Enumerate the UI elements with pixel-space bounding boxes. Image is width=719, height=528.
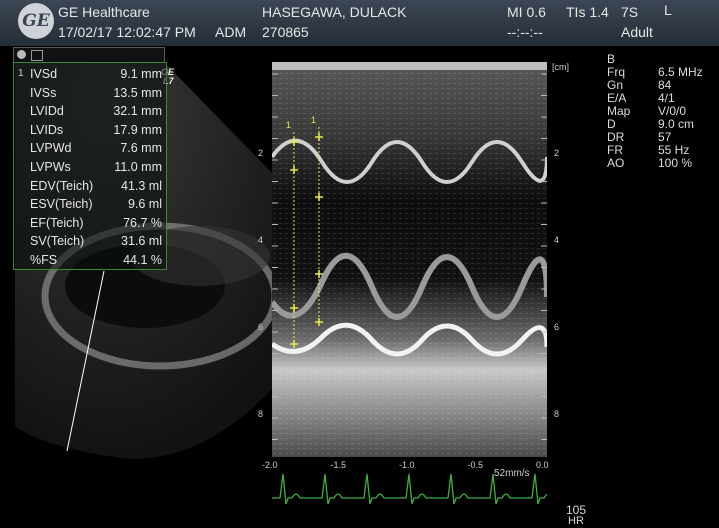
measurement-row[interactable]: LVIDd 32.1 mm <box>14 104 166 123</box>
patient-type: Adult <box>621 24 653 40</box>
measurement-label: IVSd <box>30 67 58 81</box>
depth-label-left: 4 <box>258 235 264 245</box>
measurement-value: 11.0 mm <box>114 160 162 174</box>
measurement-value: 9.1 mm <box>120 67 162 81</box>
param-label: DR <box>607 130 625 144</box>
time-label: -0.5 <box>467 460 484 470</box>
time-counter: --:--:-- <box>507 24 543 40</box>
time-label: -1.5 <box>330 460 347 470</box>
probe-side: L <box>664 2 672 18</box>
measurement-label: IVSs <box>30 85 57 100</box>
caliper-label: 1 <box>311 115 316 125</box>
param-label: AO <box>607 156 625 170</box>
measurement-value: 9.6 ml <box>127 197 162 212</box>
measurement-label: EF(Teich) <box>30 215 84 230</box>
brand-name: GE Healthcare <box>58 4 150 20</box>
depth-label-left: 6 <box>258 322 264 332</box>
measurement-value: 76.7 % <box>123 215 162 230</box>
param-value: 100 % <box>658 156 693 170</box>
depth-label-right: 8 <box>554 409 560 419</box>
exam-datetime: 17/02/17 12:02:47 PM <box>58 24 196 40</box>
param-value: 9.0 cm <box>658 117 695 131</box>
depth-label-right: 2 <box>554 148 560 158</box>
measurement-label: LVIDd <box>30 104 64 119</box>
measurement-value: 32.1 mm <box>113 104 162 119</box>
measurement-row[interactable]: LVPWs 11.0 mm <box>14 160 166 179</box>
param-label: FR <box>607 143 623 157</box>
thermal-index: TIs 1.4 <box>566 4 609 20</box>
measurement-row[interactable]: EF(Teich) 76.7 % <box>14 216 166 235</box>
measurement-value: 13.5 mm <box>113 85 162 100</box>
depth-label-left: 8 <box>258 409 264 419</box>
param-label: E/A <box>607 91 627 105</box>
measurement-row[interactable]: %FS 44.1 % <box>14 253 166 272</box>
measurement-value: 31.6 ml <box>121 234 162 249</box>
depth-label-left: 2 <box>258 148 264 158</box>
param-label: Frq <box>607 65 625 79</box>
patient-id: 270865 <box>262 24 309 40</box>
measurement-label: EDV(Teich) <box>30 178 94 193</box>
measurement-row[interactable]: ESV(Teich) 9.6 ml <box>14 197 166 216</box>
measurement-row[interactable]: EDV(Teich) 41.3 ml <box>14 179 166 198</box>
time-label: -1.0 <box>399 460 415 470</box>
param-label: Gn <box>607 78 624 92</box>
measurement-row[interactable]: LVPWd 7.6 mm <box>14 141 166 160</box>
heart-rate-label: HR <box>568 515 584 527</box>
measurement-row[interactable]: IVSs 13.5 mm <box>14 86 166 105</box>
depth-label-right: 4 <box>554 235 560 245</box>
patient-name: HASEGAWA, DULACK <box>262 4 407 20</box>
time-label: 0.0 <box>536 460 549 470</box>
measurement-row[interactable]: LVIDs 17.9 mm <box>14 123 166 142</box>
header-bar: GE GE Healthcare 17/02/17 12:02:47 PM AD… <box>0 0 719 46</box>
mmode-image: 11 <box>272 62 547 457</box>
mechanical-index: MI 0.6 <box>507 4 546 20</box>
measurement-label: LVPWs <box>30 160 71 174</box>
param-value: 4/1 <box>658 91 675 105</box>
measurement-row[interactable]: IVSd 9.1 mm <box>14 67 166 86</box>
imaging-mode: B <box>607 52 616 66</box>
measurement-label: LVIDs <box>30 122 64 137</box>
ge-logo-icon: GE <box>18 3 54 39</box>
sweep-speed: 52mm/s <box>494 468 530 479</box>
measurement-label: %FS <box>30 253 58 267</box>
param-value: 84 <box>658 78 672 92</box>
time-label: -2.0 <box>262 460 278 470</box>
param-value: 6.5 MHz <box>658 65 703 79</box>
measurement-label: LVPWd <box>30 141 72 156</box>
param-label: D <box>607 117 616 131</box>
measurement-label: ESV(Teich) <box>30 197 93 212</box>
measurement-row[interactable]: SV(Teich) 31.6 ml <box>14 234 166 253</box>
param-value: V/0/0 <box>658 104 687 118</box>
measurement-panel: 1 IVSd 9.1 mm IVSs 13.5 mm LVIDd 32.1 mm LVIDs… <box>13 62 167 270</box>
measurement-label: SV(Teich) <box>30 234 85 249</box>
expand-icon[interactable] <box>31 50 43 61</box>
measurement-value: 41.3 ml <box>121 178 162 193</box>
measurement-value: 17.9 mm <box>113 122 162 137</box>
top-band <box>272 62 547 70</box>
measurement-value: 7.6 mm <box>120 141 162 156</box>
depth-unit: [cm] <box>552 62 569 72</box>
circle-icon[interactable] <box>17 50 26 59</box>
measurement-value: 44.1 % <box>123 253 162 267</box>
depth-label-right: 6 <box>554 322 560 332</box>
caliper-label: 1 <box>286 120 291 130</box>
probe-name: 7S <box>621 4 639 20</box>
operator: ADM <box>215 24 247 40</box>
param-value: 57 <box>658 130 672 144</box>
measurement-toolbar <box>13 47 165 63</box>
param-value: 55 Hz <box>658 143 690 157</box>
param-label: Map <box>607 104 631 118</box>
